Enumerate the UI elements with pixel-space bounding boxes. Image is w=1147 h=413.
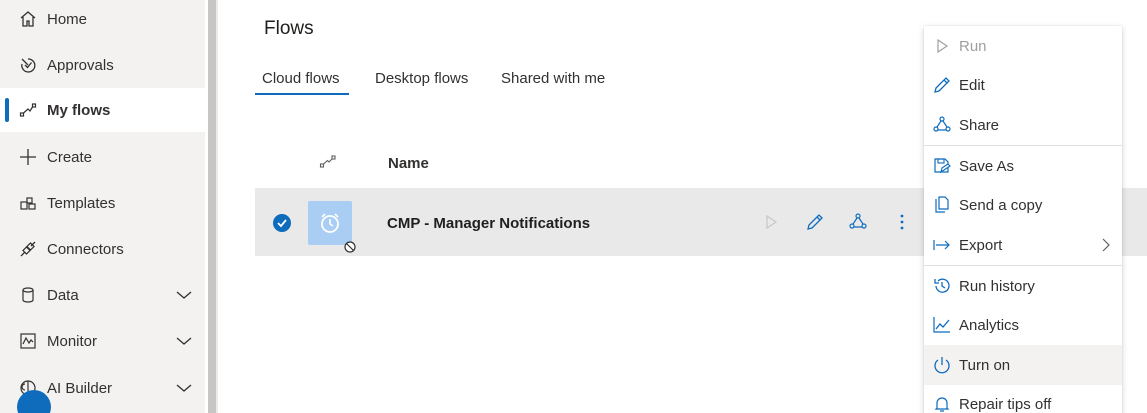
checkmark-icon (277, 219, 287, 228)
database-icon (18, 285, 38, 305)
monitor-icon (18, 331, 38, 351)
left-navigation: Home Approvals My flows Create Templates… (0, 0, 205, 413)
more-options-button[interactable] (891, 211, 913, 233)
sidebar-item-label: My flows (47, 101, 111, 119)
sidebar-item-label: Home (47, 10, 88, 28)
home-icon (18, 9, 38, 29)
menu-item-label: Turn on (959, 356, 1011, 374)
sidebar-item-label: AI Builder (47, 379, 113, 397)
connectors-icon (18, 239, 38, 259)
save-as-icon (932, 156, 952, 176)
sidebar-scrollbar[interactable] (208, 0, 216, 413)
tab-cloud-flows[interactable]: Cloud flows (262, 70, 340, 87)
sidebar-item-label: Create (47, 148, 93, 166)
share-button[interactable] (847, 211, 869, 233)
sidebar-item-label: Monitor (47, 332, 98, 350)
menu-item-run[interactable]: Run (924, 26, 1122, 66)
sidebar-item-data[interactable]: Data (0, 273, 205, 317)
share-icon (932, 115, 952, 135)
menu-item-analytics[interactable]: Analytics (924, 305, 1122, 345)
play-icon (766, 214, 778, 230)
page-title: Flows (264, 18, 314, 39)
menu-item-share[interactable]: Share (924, 105, 1122, 145)
tab-shared-with-me[interactable]: Shared with me (501, 70, 605, 87)
sidebar-item-create[interactable]: Create (0, 135, 205, 179)
active-indicator (5, 98, 9, 122)
menu-item-export[interactable]: Export (924, 225, 1122, 265)
templates-icon (18, 193, 38, 213)
flows-icon (18, 100, 38, 120)
menu-item-label: Run (959, 37, 987, 55)
share-icon (849, 213, 867, 229)
chevron-down-icon[interactable] (175, 333, 193, 349)
approvals-icon (18, 55, 38, 75)
column-header-name[interactable]: Name (388, 155, 429, 172)
sidebar-item-label: Approvals (47, 56, 114, 74)
selected-tab-indicator (255, 93, 349, 95)
menu-item-turn-on[interactable]: Turn on (924, 345, 1122, 385)
sidebar-item-templates[interactable]: Templates (0, 181, 205, 225)
chevron-right-icon (1102, 238, 1110, 252)
more-vertical-icon (900, 214, 904, 230)
analytics-icon (932, 315, 952, 335)
menu-item-label: Edit (959, 76, 985, 94)
sidebar-item-label: Connectors (47, 240, 124, 258)
chevron-down-icon[interactable] (175, 287, 193, 303)
menu-item-save-as[interactable]: Save As (924, 146, 1122, 186)
menu-item-send-a-copy[interactable]: Send a copy (924, 185, 1122, 225)
context-menu: Run Edit Share Save As Send a copy Expor… (924, 26, 1122, 413)
sidebar-item-home[interactable]: Home (0, 0, 205, 41)
run-button[interactable] (760, 211, 782, 233)
row-checkbox[interactable] (273, 214, 291, 232)
history-icon (932, 276, 952, 296)
disabled-status-icon (344, 241, 356, 253)
menu-item-run-history[interactable]: Run history (924, 266, 1122, 306)
menu-item-label: Export (959, 236, 1003, 254)
export-icon (932, 235, 952, 255)
menu-item-label: Repair tips off (959, 395, 1052, 413)
menu-item-label: Save As (959, 157, 1015, 175)
sidebar-item-monitor[interactable]: Monitor (0, 319, 205, 363)
power-icon (932, 355, 952, 375)
edit-button[interactable] (804, 211, 826, 233)
sidebar-item-label: Data (47, 286, 79, 304)
sidebar-item-approvals[interactable]: Approvals (0, 43, 205, 87)
chevron-down-icon[interactable] (175, 380, 193, 396)
play-icon (932, 36, 952, 56)
divider (216, 0, 218, 413)
menu-item-label: Analytics (959, 316, 1020, 334)
menu-item-repair-tips-off[interactable]: Repair tips off (924, 384, 1122, 413)
menu-item-label: Share (959, 116, 1000, 134)
flow-name[interactable]: CMP - Manager Notifications (387, 215, 590, 232)
flow-type-icon (319, 155, 336, 168)
sidebar-item-connectors[interactable]: Connectors (0, 227, 205, 271)
sidebar-item-my-flows[interactable]: My flows (0, 88, 205, 132)
menu-item-label: Send a copy (959, 196, 1043, 214)
plus-icon (18, 147, 38, 167)
bell-icon (932, 394, 952, 413)
tab-desktop-flows[interactable]: Desktop flows (375, 70, 468, 87)
menu-item-label: Run history (959, 277, 1035, 295)
pencil-icon (932, 75, 952, 95)
sidebar-item-label: Templates (47, 194, 116, 212)
copy-icon (932, 195, 952, 215)
menu-item-edit[interactable]: Edit (924, 65, 1122, 105)
flow-thumbnail (308, 201, 352, 245)
alarm-clock-icon (321, 213, 339, 233)
pencil-icon (807, 214, 823, 230)
